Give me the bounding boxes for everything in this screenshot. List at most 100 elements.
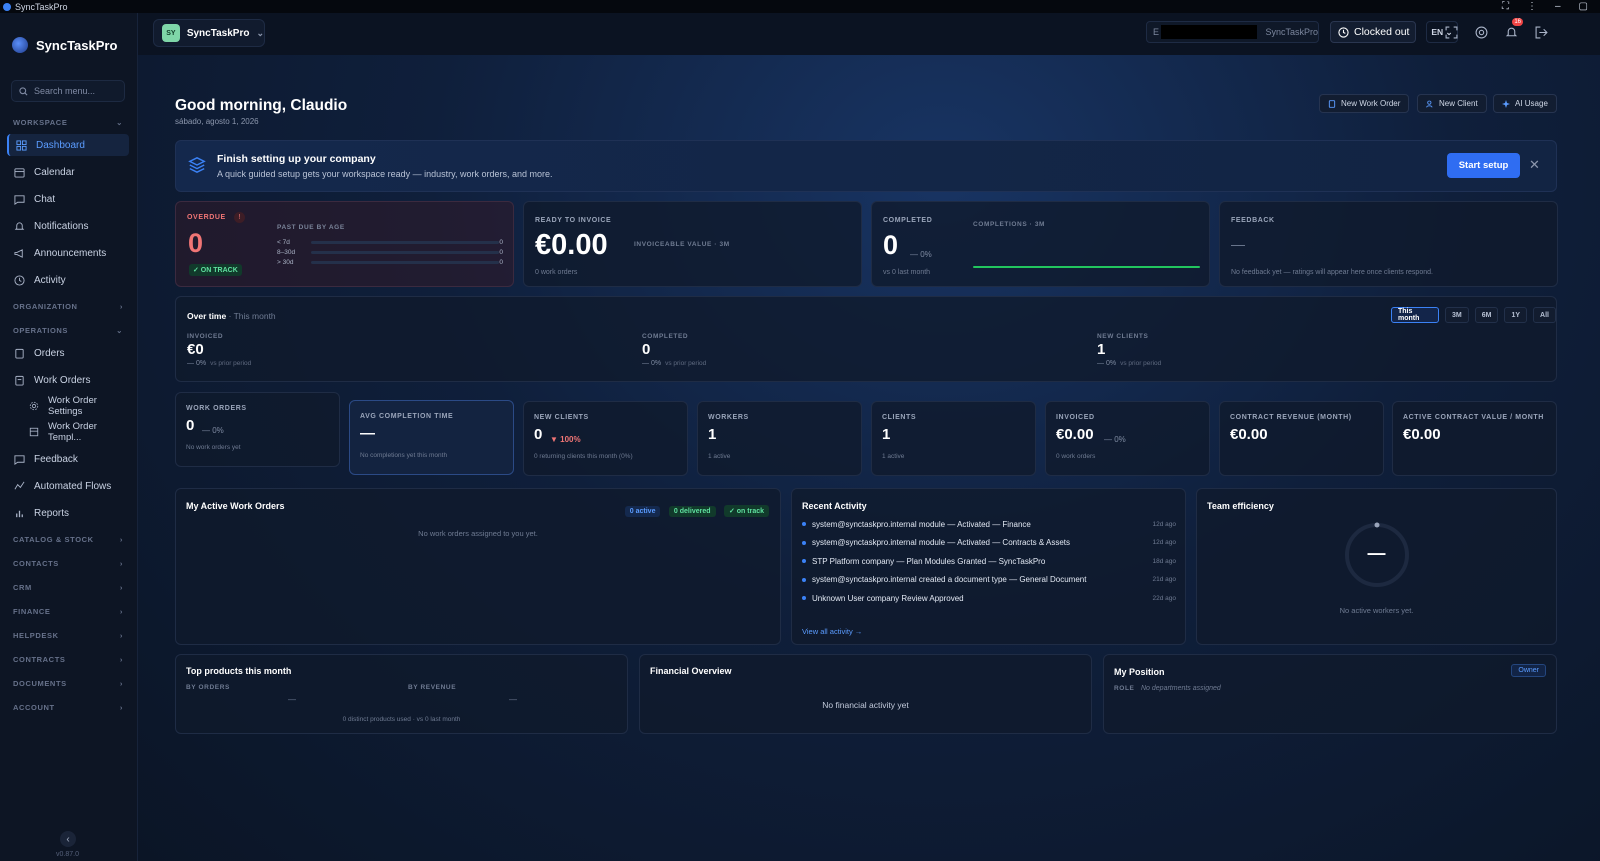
user-plus-icon [1426, 100, 1433, 107]
activity-time: 21d ago [1152, 576, 1177, 583]
chevron-down-icon: ⌄ [116, 326, 123, 335]
kpi-value: 1 [708, 426, 717, 443]
over-time-panel: Over time · This month This month 3M 6M 1Y A… [175, 296, 1557, 382]
kpi-card[interactable]: AVG COMPLETION TIME — No completions yet t… [349, 400, 514, 475]
extensions-icon[interactable]: ⛶ [1502, 1, 1509, 12]
section-workspace[interactable]: WORKSPACE ⌄ [13, 118, 123, 127]
range-tabs: This month 3M 6M 1Y All [1391, 307, 1556, 323]
topbar: SY SyncTaskPro ⌄ E SyncTaskPro Clocked o… [138, 13, 1600, 55]
activity-item[interactable]: system@synctaskpro.internal module — Act… [802, 537, 1176, 549]
completed-change: — 0% [910, 250, 932, 259]
metric-value: €0 [187, 341, 204, 358]
section-contracts[interactable]: CONTRACTS › [13, 655, 123, 664]
active-badge: 0 active [624, 506, 661, 517]
more-menu-icon[interactable]: ⋮ [1527, 1, 1537, 12]
sidebar-item-reports[interactable]: Reports [7, 502, 129, 524]
section-contacts[interactable]: CONTACTS › [13, 559, 123, 568]
help-icon[interactable] [1473, 24, 1489, 40]
sidebar-item-notifications[interactable]: Notifications [7, 215, 129, 237]
minimize-button[interactable]: – [1555, 1, 1561, 12]
sidebar-item-calendar[interactable]: Calendar [7, 161, 129, 183]
activity-item[interactable]: STP Platform company — Plan Modules Gran… [802, 555, 1176, 567]
sidebar-item-work-order-settings[interactable]: Work Order Settings [22, 395, 130, 417]
kpi-label: CONTRACT REVENUE (MONTH) [1230, 414, 1352, 421]
section-operations[interactable]: OPERATIONS ⌄ [13, 326, 123, 335]
kpi-subtext: 1 active [708, 453, 731, 460]
overdue-card[interactable]: OVERDUE ! 0 ✓ ON TRACK PAST DUE BY AGE <… [175, 201, 514, 287]
activity-item[interactable]: system@synctaskpro.internal module — Act… [802, 518, 1176, 530]
notifications-bell-icon[interactable]: 16 [1503, 18, 1523, 40]
kpi-label: NEW CLIENTS [534, 414, 589, 421]
range-tab-6m[interactable]: 6M [1474, 307, 1499, 323]
collapse-sidebar-button[interactable]: ‹ [60, 831, 76, 847]
section-account[interactable]: ACCOUNT › [13, 703, 123, 712]
tenant-name: SyncTaskPro [1265, 27, 1318, 37]
kpi-card[interactable]: WORKERS 1 1 active [697, 401, 862, 476]
activity-item[interactable]: system@synctaskpro.internal created a do… [802, 574, 1176, 586]
activity-item[interactable]: Unknown User company Review Approved 22d … [802, 592, 1176, 604]
age-label: < 7d [277, 238, 290, 246]
past-due-title: PAST DUE BY AGE [277, 224, 345, 231]
kpi-card[interactable]: CLIENTS 1 1 active [871, 401, 1036, 476]
kpi-card[interactable]: CONTRACT REVENUE (MONTH) €0.00 [1219, 401, 1384, 476]
sidebar-item-automated-flows[interactable]: Automated Flows [7, 475, 129, 497]
kpi-label: AVG COMPLETION TIME [360, 413, 454, 420]
ready-to-invoice-card[interactable]: READY TO INVOICE €0.00 INVOICEABLE VALUE… [523, 201, 862, 287]
activity-time: 12d ago [1152, 539, 1177, 546]
start-setup-button[interactable]: Start setup [1447, 153, 1520, 178]
chevron-right-icon: › [119, 703, 123, 712]
sidebar-search-input[interactable]: Search menu... [11, 80, 125, 102]
kpi-card[interactable]: INVOICED €0.00 — 0% 0 work orders [1045, 401, 1210, 476]
organization-switcher[interactable]: SY SyncTaskPro ⌄ [153, 19, 265, 47]
kpi-label: CLIENTS [882, 414, 917, 421]
sidebar-item-announcements[interactable]: Announcements [7, 242, 129, 264]
sidebar-item-activity[interactable]: Activity [7, 269, 129, 291]
section-finance[interactable]: FINANCE › [13, 607, 123, 616]
range-tab-3m[interactable]: 3M [1445, 307, 1469, 323]
fullscreen-icon[interactable] [1443, 24, 1459, 40]
range-tab-1y[interactable]: 1Y [1504, 307, 1528, 323]
kpi-value: €0.00 [1403, 426, 1441, 443]
feedback-label: FEEDBACK [1231, 217, 1275, 224]
close-icon[interactable]: ✕ [1529, 157, 1540, 173]
completed-card[interactable]: COMPLETED 0 — 0% vs 0 last month COMPLET… [871, 201, 1210, 287]
button-label: New Work Order [1341, 99, 1401, 108]
section-documents[interactable]: DOCUMENTS › [13, 679, 123, 688]
section-helpdesk[interactable]: HELPDESK › [13, 631, 123, 640]
sidebar-item-orders[interactable]: Orders [7, 342, 129, 364]
brand[interactable]: SyncTaskPro [12, 37, 117, 53]
metric-value: 1 [1097, 341, 1106, 358]
kpi-card[interactable]: ACTIVE CONTRACT VALUE / MONTH €0.00 [1392, 401, 1557, 476]
sidebar-item-dashboard[interactable]: Dashboard [7, 134, 129, 156]
clock-in-button[interactable]: Clocked out [1330, 21, 1416, 43]
kpi-card[interactable]: NEW CLIENTS 0 ▼ 100% 0 returning clients th… [523, 401, 688, 476]
invoice-value: €0.00 [535, 229, 608, 261]
sidebar-item-feedback[interactable]: Feedback [7, 448, 129, 470]
button-label: AI Usage [1515, 99, 1548, 108]
maximize-button[interactable]: ▢ [1579, 1, 1588, 12]
sidebar-item-chat[interactable]: Chat [7, 188, 129, 210]
kpi-card[interactable]: WORK ORDERS 0 — 0% No work orders yet [175, 392, 340, 467]
sidebar-item-work-orders[interactable]: Work Orders [7, 369, 129, 391]
range-tab-this-month[interactable]: This month [1391, 307, 1440, 323]
tenant-prefix: E [1153, 27, 1160, 37]
recent-activity-panel: Recent Activity system@synctaskpro.inter… [791, 488, 1186, 645]
view-all-activity-link[interactable]: View all activity → [802, 627, 862, 636]
clipboard-list-icon [15, 375, 24, 386]
metric-change-value: — 0% [1097, 360, 1117, 367]
logout-icon[interactable] [1533, 24, 1549, 40]
ai-usage-button[interactable]: AI Usage [1493, 94, 1557, 113]
sidebar-item-work-order-templates[interactable]: Work Order Templ... [22, 421, 130, 443]
invoice-count: 0 work orders [535, 269, 578, 276]
range-tab-all[interactable]: All [1533, 307, 1556, 323]
tenant-selector[interactable]: E SyncTaskPro [1146, 21, 1319, 43]
section-crm[interactable]: CRM › [13, 583, 123, 592]
feedback-card[interactable]: FEEDBACK — No feedback yet — ratings wil… [1219, 201, 1558, 287]
flow-icon [14, 481, 25, 489]
new-work-order-button[interactable]: New Work Order [1319, 94, 1410, 113]
section-organization[interactable]: ORGANIZATION › [13, 302, 123, 311]
section-catalog[interactable]: CATALOG & STOCK › [13, 535, 123, 544]
sidebar-item-label: Activity [34, 274, 66, 286]
age-row: 8–30d 0 [277, 248, 503, 256]
new-client-button[interactable]: New Client [1417, 94, 1487, 113]
